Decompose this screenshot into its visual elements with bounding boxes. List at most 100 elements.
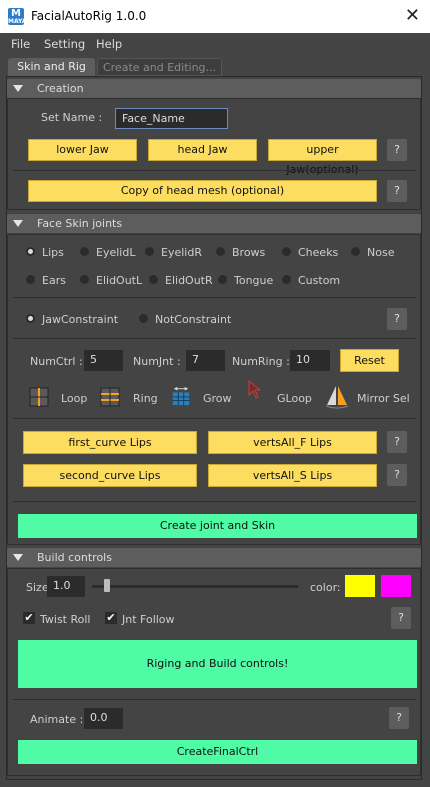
tab-skin-and-rig[interactable]: Skin and Rig [8, 58, 95, 76]
radio-eyelidl[interactable] [80, 247, 89, 256]
numjnt-input[interactable]: 7 [186, 350, 225, 371]
second-curve-lips-button[interactable]: second_curve Lips [23, 464, 197, 487]
radio-brows[interactable] [216, 247, 225, 256]
creation-title: Creation [37, 82, 84, 95]
create-joint-and-skin-button[interactable]: Create joint and Skin [18, 514, 417, 538]
jaw-constraint-label: JawConstraint [42, 313, 119, 326]
build-header[interactable]: Build controls [7, 548, 421, 567]
build-options-help-button[interactable]: ? [391, 607, 411, 629]
divider [13, 338, 416, 339]
menu-file[interactable]: File [11, 37, 30, 51]
create-final-ctrl-button[interactable]: CreateFinalCtrl [18, 740, 417, 764]
numring-input[interactable]: 10 [290, 350, 330, 371]
radio-brows-label: Brows [232, 246, 266, 259]
radio-nose-label: Nose [367, 246, 395, 259]
tab-bar: Skin and Rig Create and Editing... [0, 56, 430, 76]
radio-elidoutl[interactable] [80, 275, 89, 284]
maya-app-icon: M MAYA [8, 8, 27, 25]
size-label: Size [26, 581, 49, 594]
ring-icon [100, 387, 120, 407]
size-slider-track [92, 585, 298, 588]
numring-label: NumRing : [232, 355, 290, 368]
window-title: FacialAutoRig 1.0.0 [31, 9, 147, 23]
collapse-triangle-icon [13, 554, 23, 561]
radio-eyelidr-label: EyelidR [161, 246, 202, 259]
color-swatch-1[interactable] [345, 575, 375, 597]
head-jaw-button[interactable]: head Jaw [148, 139, 257, 161]
verts-all-f-lips-button[interactable]: vertsAll_F Lips [208, 431, 377, 454]
constraint-help-button[interactable]: ? [387, 308, 407, 330]
lower-jaw-button[interactable]: lower Jaw [28, 139, 137, 161]
radio-lips[interactable] [26, 247, 35, 256]
collapse-triangle-icon [13, 85, 23, 92]
set-name-input[interactable]: Face_Name [115, 108, 228, 129]
first-curve-lips-button[interactable]: first_curve Lips [23, 431, 197, 454]
radio-custom-label: Custom [298, 274, 341, 287]
not-constraint-label: NotConstraint [155, 313, 232, 326]
divider [13, 699, 416, 700]
gloop-label: GLoop [277, 392, 312, 405]
animate-help-button[interactable]: ? [389, 707, 409, 729]
menu-setting[interactable]: Setting [44, 37, 85, 51]
copy-head-mesh-button[interactable]: Copy of head mesh (optional) [28, 180, 377, 202]
verts-s-help-button[interactable]: ? [387, 464, 407, 486]
animate-label: Animate : [30, 713, 84, 726]
radio-nose[interactable] [351, 247, 360, 256]
mirror-sel-label: Mirror Sel [357, 392, 410, 405]
title-bar: M MAYA FacialAutoRig 1.0.0 ✕ [0, 0, 430, 33]
tab-create-and-editing[interactable]: Create and Editing... [97, 58, 222, 76]
creation-help-button[interactable]: ? [387, 139, 407, 161]
animate-input[interactable]: 0.0 [84, 708, 123, 729]
set-name-label: Set Name : [41, 111, 103, 124]
radio-tongue[interactable] [218, 275, 227, 284]
radio-elidoutr[interactable] [149, 275, 158, 284]
skin-header[interactable]: Face Skin joints [7, 214, 421, 233]
loop-icon [29, 387, 49, 407]
riging-and-build-controls-button[interactable]: Riging and Build controls! [18, 640, 417, 688]
radio-lips-label: Lips [42, 246, 64, 259]
twist-roll-label: Twist Roll [40, 613, 91, 626]
ring-label: Ring [133, 392, 158, 405]
divider [13, 418, 416, 419]
radio-elidoutr-label: ElidOutR [165, 274, 213, 287]
jnt-follow-checkbox[interactable]: ✔ [105, 612, 117, 624]
mirror-icon [325, 386, 349, 409]
divider [13, 501, 416, 502]
divider [13, 170, 416, 171]
radio-ears-label: Ears [42, 274, 66, 287]
creation-header[interactable]: Creation [7, 79, 421, 98]
skin-box [7, 234, 421, 545]
radio-eyelidl-label: EyelidL [96, 246, 136, 259]
loop-label: Loop [61, 392, 88, 405]
close-icon[interactable]: ✕ [405, 5, 420, 26]
size-slider-handle[interactable] [104, 579, 110, 592]
menu-bar: File Setting Help [0, 33, 430, 55]
radio-cheeks[interactable] [282, 247, 291, 256]
radio-not-constraint[interactable] [139, 314, 148, 323]
numjnt-label: NumJnt : [133, 355, 181, 368]
color-swatch-2[interactable] [381, 575, 411, 597]
radio-jaw-constraint[interactable] [26, 314, 35, 323]
numctrl-input[interactable]: 5 [84, 350, 123, 371]
grow-icon [172, 386, 190, 406]
reset-button[interactable]: Reset [340, 349, 399, 372]
radio-custom[interactable] [282, 275, 291, 284]
radio-tongue-label: Tongue [234, 274, 274, 287]
radio-ears[interactable] [26, 275, 35, 284]
radio-elidoutl-label: ElidOutL [96, 274, 143, 287]
numctrl-label: NumCtrl : [30, 355, 83, 368]
menu-help[interactable]: Help [96, 37, 122, 51]
copy-head-help-button[interactable]: ? [387, 180, 407, 202]
upper-jaw-button[interactable]: upper Jaw(optional) [268, 139, 377, 176]
skin-title: Face Skin joints [37, 217, 123, 230]
verts-f-help-button[interactable]: ? [387, 431, 407, 453]
verts-all-s-lips-button[interactable]: vertsAll_S Lips [208, 464, 377, 487]
radio-cheeks-label: Cheeks [298, 246, 339, 259]
radio-eyelidr[interactable] [145, 247, 154, 256]
collapse-triangle-icon [13, 220, 23, 227]
divider [13, 297, 416, 298]
twist-roll-checkbox[interactable]: ✔ [23, 612, 35, 624]
size-input[interactable]: 1.0 [47, 576, 85, 597]
color-label: color: [310, 581, 341, 594]
jnt-follow-label: Jnt Follow [122, 613, 175, 626]
